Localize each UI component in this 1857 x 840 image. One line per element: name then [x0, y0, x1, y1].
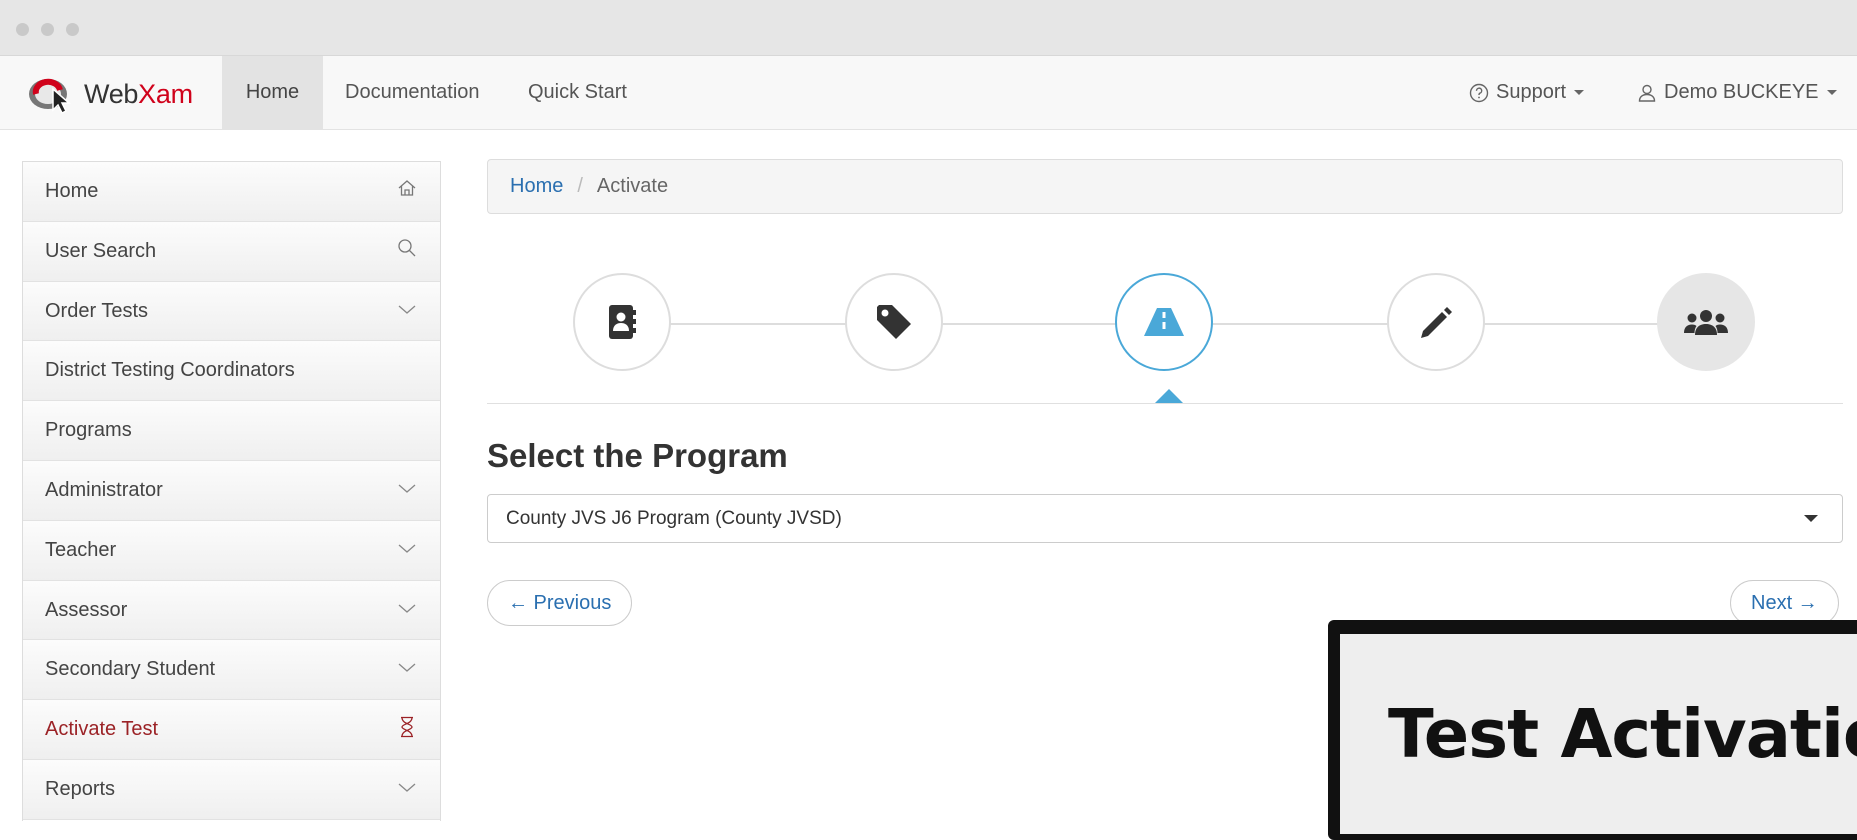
previous-button[interactable]: ← Previous — [487, 580, 633, 626]
chevron-down-icon — [1804, 515, 1818, 522]
sidebar-item-label: Administrator — [45, 478, 163, 501]
address-book-icon — [609, 305, 636, 339]
help-circle-icon — [1469, 83, 1489, 102]
brand-logo[interactable]: WebXam — [26, 72, 193, 116]
search-icon — [396, 238, 418, 262]
home-icon — [396, 178, 418, 202]
user-icon — [1638, 84, 1656, 102]
sidebar-item-reports[interactable]: Reports — [23, 759, 440, 820]
chevron-down-icon — [1826, 90, 1837, 95]
wizard-step-1[interactable] — [573, 273, 671, 371]
program-select[interactable]: County JVS J6 Program (County JVSD) — [487, 494, 1843, 543]
sidebar-item-administrator[interactable]: Administrator — [23, 460, 440, 521]
chevron-down-icon — [396, 537, 418, 561]
sidebar-item-label: User Search — [45, 239, 157, 262]
sidebar-item-district-testing-coordinators[interactable]: District Testing Coordinators — [23, 341, 440, 402]
sidebar-item-secondary-student[interactable]: Secondary Student — [23, 640, 440, 701]
chevron-down-icon — [396, 477, 418, 501]
sidebar-item-label: District Testing Coordinators — [45, 359, 295, 382]
sidebar-item-activate-test[interactable]: Activate Test — [23, 700, 440, 760]
chevron-down-icon — [396, 776, 418, 800]
webxam-logo-icon — [29, 78, 71, 114]
step-connector — [1212, 323, 1388, 325]
road-icon — [1144, 308, 1184, 336]
section-title: Select the Program — [487, 437, 788, 474]
step-connector — [942, 323, 1116, 325]
breadcrumb-separator: / — [577, 175, 583, 197]
nav-quick-start[interactable]: Quick Start — [528, 56, 627, 129]
program-select-value: County JVS J6 Program (County JVSD) — [506, 508, 842, 529]
sidebar-item-label: Home — [45, 180, 99, 202]
sidebar-item-assessor[interactable]: Assessor — [23, 580, 440, 641]
chevron-down-icon — [396, 656, 418, 680]
support-menu[interactable]: Support — [1469, 56, 1585, 129]
brand-name-accent: Xam — [138, 78, 193, 109]
chevron-down-icon — [1574, 90, 1585, 95]
sidebar-item-label: Programs — [45, 419, 132, 442]
nav-home[interactable]: Home — [222, 56, 323, 129]
user-menu[interactable]: Demo BUCKEYE — [1637, 56, 1837, 129]
wizard-step-5[interactable] — [1657, 273, 1755, 371]
sidebar-item-order-tests[interactable]: Order Tests — [23, 281, 440, 342]
window-titlebar — [0, 0, 1857, 56]
window-minimize-dot[interactable] — [41, 23, 54, 36]
top-navbar: WebXam Home Documentation Quick Start Su… — [0, 56, 1857, 130]
sidebar-item-label: Assessor — [45, 598, 128, 621]
section-divider — [487, 403, 1843, 404]
sidebar-item-label: Teacher — [45, 538, 117, 561]
step-connector — [1484, 323, 1658, 325]
sidebar-item-programs[interactable]: Programs — [23, 401, 440, 461]
brand-name: WebXam — [84, 78, 193, 109]
caption-overlay-text: Test Activation — [1388, 695, 1857, 773]
sidebar-item-user-search[interactable]: User Search — [23, 221, 440, 282]
sidebar-item-label: Activate Test — [45, 718, 159, 741]
users-icon — [1684, 310, 1728, 335]
window-maximize-dot[interactable] — [66, 23, 79, 36]
window-close-dot[interactable] — [16, 23, 29, 36]
breadcrumb-home-link[interactable]: Home — [510, 175, 563, 197]
sidebar-item-label: Order Tests — [45, 299, 148, 322]
pencil-icon — [1421, 307, 1452, 338]
step-connector — [670, 323, 846, 325]
sidebar-item-teacher[interactable]: Teacher — [23, 520, 440, 581]
chevron-down-icon — [396, 597, 418, 621]
sidebar-item-label: Reports — [45, 777, 116, 800]
breadcrumb-current: Activate — [596, 175, 669, 197]
user-name: Demo BUCKEYE — [1664, 81, 1819, 103]
sidebar-item-label: Secondary Student — [45, 658, 216, 681]
support-label: Support — [1496, 81, 1567, 103]
wizard-step-4[interactable] — [1387, 273, 1485, 371]
wizard-step-3[interactable] — [1115, 273, 1213, 371]
breadcrumb: Home / Activate — [487, 159, 1843, 214]
nav-documentation[interactable]: Documentation — [345, 56, 480, 129]
current-step-indicator — [1154, 389, 1184, 404]
sidebar-menu: Home User Search Order Tests District Te… — [22, 161, 441, 821]
wizard-step-2[interactable] — [845, 273, 943, 371]
chevron-down-icon — [396, 298, 418, 322]
hourglass-icon — [396, 716, 418, 740]
sidebar-item-home[interactable]: Home — [23, 162, 440, 222]
tag-icon — [877, 305, 911, 339]
